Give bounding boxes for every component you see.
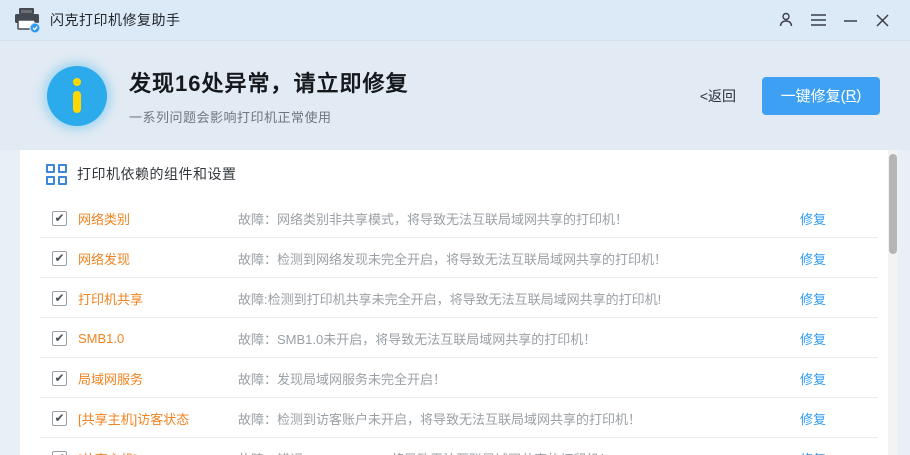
- issue-name: 网络类别: [78, 211, 131, 227]
- scrollbar-thumb[interactable]: [889, 154, 897, 254]
- issue-name: 网络发现: [78, 251, 131, 267]
- issue-name: 打印机共享: [78, 291, 144, 307]
- row-checkbox[interactable]: ✔: [52, 290, 67, 306]
- row-checkbox[interactable]: ✔: [52, 410, 67, 426]
- issue-row-network-category: ✔ 网络类别 故障：网络类别非共享模式，将导致无法互联局域网共享的打印机！ 修复: [20, 198, 898, 238]
- anomaly-subtitle: 一系列问题会影响打印机正常使用: [129, 109, 332, 125]
- issue-row-printer-sharing: ✔ 打印机共享 故障:检测到打印机共享未完全开启，将导致无法互联局域网共享的打印…: [20, 278, 898, 318]
- app-window: 闪克打印机修复助手 发现16处异常，请立即修复 一系列问题会影响打印机正常使用 …: [0, 0, 910, 455]
- issue-row-lan-service: ✔ 局域网服务 故障：发现局域网服务未完全开启！ 修复: [20, 358, 898, 398]
- user-icon[interactable]: [770, 4, 802, 36]
- issues-panel: 打印机依赖的组件和设置 ✔ 网络类别 故障：网络类别非共享模式，将导致无法互联局…: [20, 150, 898, 455]
- app-title: 闪克打印机修复助手: [50, 12, 181, 28]
- issue-name: [共享主机]0x000003E3: [78, 449, 238, 455]
- issue-name: 局域网服务: [78, 371, 144, 387]
- repair-all-label-close: ): [856, 87, 862, 104]
- issue-row-smb10: ✔ SMB1.0 故障：SMB1.0未开启，将导致无法互联局域网共享的打印机！ …: [20, 318, 898, 358]
- scrollbar-track[interactable]: [888, 150, 898, 455]
- row-checkbox[interactable]: ✔: [52, 370, 67, 386]
- fix-link[interactable]: 修复: [800, 369, 826, 388]
- back-link[interactable]: <返回: [700, 86, 736, 106]
- menu-icon[interactable]: [802, 4, 834, 36]
- section-title: 打印机依赖的组件和设置: [77, 166, 237, 182]
- issue-description: 故障：SMB1.0未开启，将导致无法互联局域网共享的打印机！: [238, 331, 597, 347]
- row-checkbox[interactable]: ✔: [52, 210, 67, 226]
- repair-all-label: 一键修复(: [780, 88, 846, 105]
- issue-name: SMB1.0: [78, 330, 125, 346]
- close-icon[interactable]: [866, 4, 898, 36]
- issue-description: 故障：检测到网络发现未完全开启，将导致无法互联局域网共享的打印机！: [238, 251, 668, 267]
- row-checkbox[interactable]: ✔: [52, 250, 67, 266]
- anomaly-count-title: 发现16处异常，请立即修复: [129, 70, 409, 96]
- issue-list: ✔ 网络类别 故障：网络类别非共享模式，将导致无法互联局域网共享的打印机！ 修复…: [20, 198, 898, 455]
- row-checkbox[interactable]: ✔: [52, 450, 67, 455]
- issue-description: 故障:检测到打印机共享未完全开启，将导致无法互联局域网共享的打印机!: [238, 291, 662, 307]
- info-circle-icon: [47, 65, 107, 126]
- fix-link[interactable]: 修复: [800, 289, 826, 308]
- issue-row-guest-status: ✔ [共享主机]访客状态 故障：检测到访客账户未开启，将导致无法互联局域网共享的…: [20, 398, 898, 438]
- printer-app-icon: [12, 7, 42, 34]
- issue-description: 故障：错误0X000003E3，将导致无法互联局域网共享的打印机！: [238, 449, 788, 455]
- fix-link[interactable]: 修复: [800, 329, 826, 348]
- summary-header: 发现16处异常，请立即修复 一系列问题会影响打印机正常使用 <返回 一键修复(R…: [0, 40, 910, 150]
- grid-icon: [46, 163, 67, 185]
- row-checkbox[interactable]: ✔: [52, 330, 67, 346]
- minimize-icon[interactable]: [834, 4, 866, 36]
- issue-row-network-discovery: ✔ 网络发现 故障：检测到网络发现未完全开启，将导致无法互联局域网共享的打印机！…: [20, 238, 898, 278]
- issue-description: 故障：网络类别非共享模式，将导致无法互联局域网共享的打印机！: [238, 211, 629, 227]
- fix-link[interactable]: 修复: [800, 449, 826, 455]
- issue-description: 故障：检测到访客账户未开启，将导致无法互联局域网共享的打印机！: [238, 411, 642, 427]
- titlebar: 闪克打印机修复助手: [0, 0, 910, 40]
- issue-row-error-code: ✔ [共享主机]0x000003E3 故障：错误0X000003E3，将导致无法…: [20, 438, 898, 455]
- issue-description: 故障：发现局域网服务未完全开启！: [238, 371, 447, 387]
- repair-all-hotkey: R: [845, 87, 857, 104]
- fix-link[interactable]: 修复: [800, 209, 826, 228]
- fix-link[interactable]: 修复: [800, 409, 826, 428]
- section-header: 打印机依赖的组件和设置: [20, 150, 898, 198]
- issue-name: [共享主机]访客状态: [78, 411, 190, 427]
- repair-all-button[interactable]: 一键修复(R): [762, 76, 880, 115]
- fix-link[interactable]: 修复: [800, 249, 826, 268]
